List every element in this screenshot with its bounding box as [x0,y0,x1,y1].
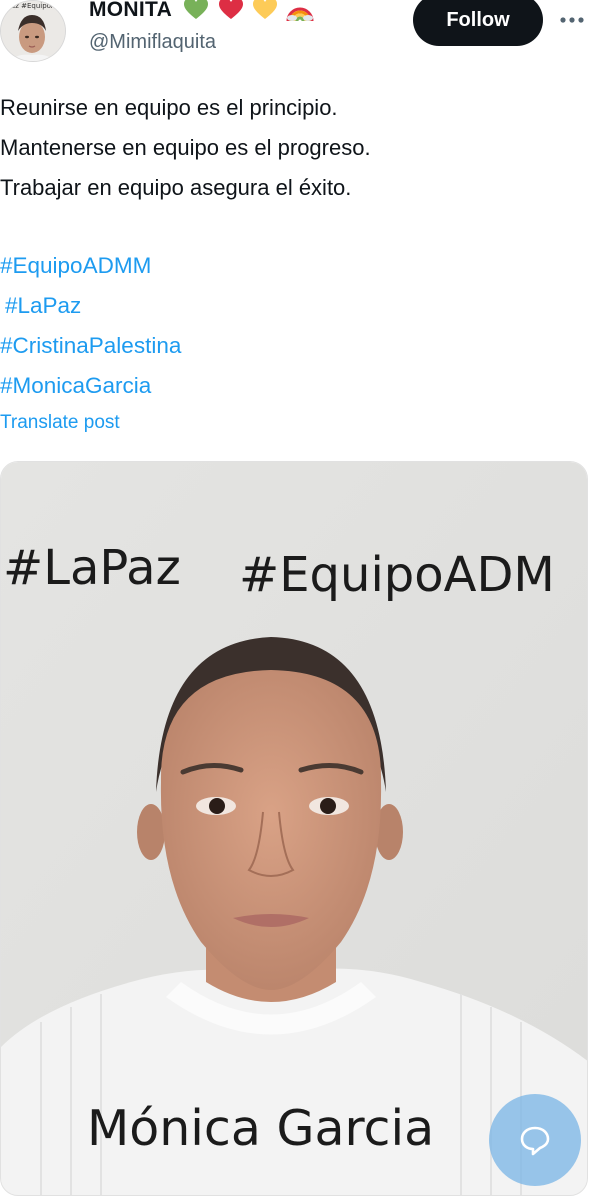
name-emojis [183,0,315,21]
post-line: Mantenerse en equipo es el progreso. [0,135,371,160]
rainbow-emoji [286,7,314,21]
more-horizontal-icon[interactable] [557,8,587,32]
hashtag-link[interactable]: #CristinaPalestina [0,326,181,366]
media-hashtag-text: #LaPaz [3,540,181,596]
yellow-heart-emoji [252,0,277,19]
reply-fab-button[interactable] [489,1094,581,1186]
green-heart-emoji [184,0,209,19]
post-line: Reunirse en equipo es el principio. [0,95,338,120]
user-handle[interactable]: @Mimiflaquita [89,31,216,54]
media-name-text: Mónica Garcia [87,1100,435,1157]
red-heart-emoji [218,0,243,19]
avatar-photo [1,1,65,61]
post-line: Trabajar en equipo asegura el éxito. [0,175,352,200]
follow-button[interactable]: Follow [413,0,543,46]
media-hashtag-text: #EquipoADM [239,547,555,603]
hashtag-link[interactable]: #EquipoADMM [0,246,181,286]
post-text: Reunirse en equipo es el principio. Mant… [0,88,594,208]
hashtag-list: #EquipoADMM #LaPaz #CristinaPalestina #M… [0,246,181,406]
display-name[interactable]: MONITA [89,0,316,23]
more-dots-glyph [560,17,584,23]
avatar-caption: Paz #EquipoA [7,2,56,10]
reply-bubble-icon [520,1126,550,1156]
display-name-text: MONITA [89,0,172,21]
post-media-image[interactable]: #LaPaz #EquipoADM Mónica Garcia [0,461,588,1196]
translate-post-link[interactable]: Translate post [0,412,120,434]
avatar[interactable]: Paz #EquipoA [0,0,66,62]
post-header: Paz #EquipoA MONITA @Mimiflaquita Follow [0,0,594,72]
hashtag-link[interactable]: #MonicaGarcia [0,366,181,406]
hashtag-link[interactable]: #LaPaz [0,286,181,326]
